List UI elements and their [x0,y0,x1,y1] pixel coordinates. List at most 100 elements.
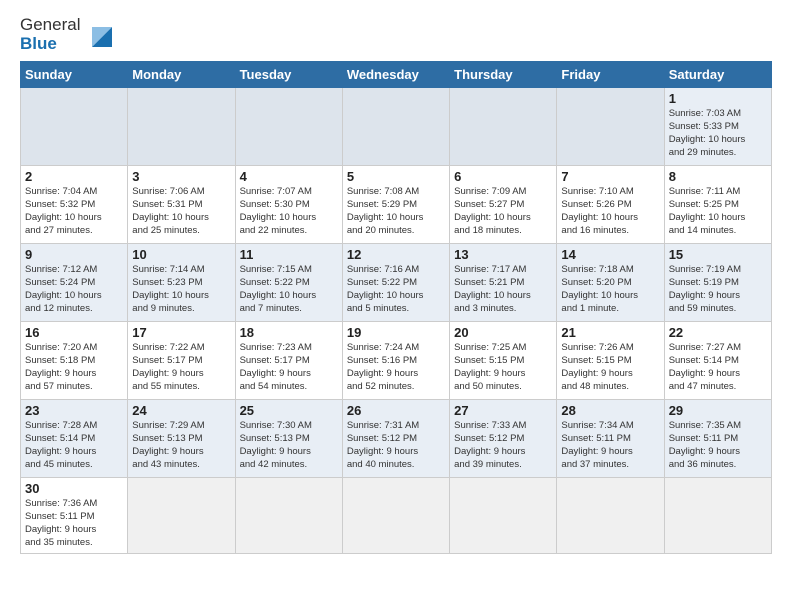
day-cell: 14 Sunrise: 7:18 AM Sunset: 5:20 PM Dayli… [557,244,664,322]
day-cell: 1 Sunrise: 7:03 AM Sunset: 5:33 PM Daylig… [664,88,771,166]
day-cell: 22 Sunrise: 7:27 AM Sunset: 5:14 PM Dayli… [664,322,771,400]
week-row-2: 2 Sunrise: 7:04 AM Sunset: 5:32 PM Daylig… [21,166,772,244]
day-number: 26 [347,403,445,418]
day-number: 7 [561,169,659,184]
day-info: Sunrise: 7:24 AM Sunset: 5:16 PM Dayligh… [347,342,445,393]
day-cell: 21 Sunrise: 7:26 AM Sunset: 5:15 PM Dayli… [557,322,664,400]
day-info: Sunrise: 7:03 AM Sunset: 5:33 PM Dayligh… [669,108,767,159]
weekday-header-friday: Friday [557,62,664,88]
day-cell [342,478,449,553]
day-cell: 24 Sunrise: 7:29 AM Sunset: 5:13 PM Dayli… [128,400,235,478]
day-cell: 8Sunrise: 7:11 AM Sunset: 5:25 PM Daylig… [664,166,771,244]
day-cell [235,88,342,166]
day-cell [557,478,664,553]
day-number: 22 [669,325,767,340]
day-info: Sunrise: 7:08 AM Sunset: 5:29 PM Dayligh… [347,186,445,237]
calendar-page: General Blue SundayMondayTuesdayWednesda… [0,0,792,564]
logo: General Blue [20,16,116,53]
day-cell [21,88,128,166]
day-number: 1 [669,91,767,106]
day-number: 13 [454,247,552,262]
day-cell: 9 Sunrise: 7:12 AM Sunset: 5:24 PM Daylig… [21,244,128,322]
day-info: Sunrise: 7:33 AM Sunset: 5:12 PM Dayligh… [454,420,552,471]
day-number: 11 [240,247,338,262]
day-info: Sunrise: 7:27 AM Sunset: 5:14 PM Dayligh… [669,342,767,393]
day-number: 23 [25,403,123,418]
day-info: Sunrise: 7:36 AM Sunset: 5:11 PM Dayligh… [25,498,123,549]
day-cell: 5 Sunrise: 7:08 AM Sunset: 5:29 PM Daylig… [342,166,449,244]
day-info: Sunrise: 7:20 AM Sunset: 5:18 PM Dayligh… [25,342,123,393]
day-number: 19 [347,325,445,340]
day-info: Sunrise: 7:25 AM Sunset: 5:15 PM Dayligh… [454,342,552,393]
day-info: Sunrise: 7:12 AM Sunset: 5:24 PM Dayligh… [25,264,123,315]
day-number: 5 [347,169,445,184]
day-cell: 26Sunrise: 7:31 AM Sunset: 5:12 PM Dayli… [342,400,449,478]
week-row-1: 1 Sunrise: 7:03 AM Sunset: 5:33 PM Daylig… [21,88,772,166]
day-number: 6 [454,169,552,184]
day-cell: 23 Sunrise: 7:28 AM Sunset: 5:14 PM Dayli… [21,400,128,478]
day-cell: 11Sunrise: 7:15 AM Sunset: 5:22 PM Dayli… [235,244,342,322]
day-number: 21 [561,325,659,340]
weekday-header-wednesday: Wednesday [342,62,449,88]
weekday-header-monday: Monday [128,62,235,88]
day-cell: 28Sunrise: 7:34 AM Sunset: 5:11 PM Dayli… [557,400,664,478]
day-info: Sunrise: 7:18 AM Sunset: 5:20 PM Dayligh… [561,264,659,315]
day-cell [664,478,771,553]
day-number: 25 [240,403,338,418]
day-cell: 6 Sunrise: 7:09 AM Sunset: 5:27 PM Daylig… [450,166,557,244]
logo-icon [84,19,116,51]
day-info: Sunrise: 7:34 AM Sunset: 5:11 PM Dayligh… [561,420,659,471]
day-number: 24 [132,403,230,418]
day-number: 27 [454,403,552,418]
week-row-3: 9 Sunrise: 7:12 AM Sunset: 5:24 PM Daylig… [21,244,772,322]
day-cell [342,88,449,166]
day-number: 10 [132,247,230,262]
day-info: Sunrise: 7:26 AM Sunset: 5:15 PM Dayligh… [561,342,659,393]
day-info: Sunrise: 7:14 AM Sunset: 5:23 PM Dayligh… [132,264,230,315]
week-row-4: 16 Sunrise: 7:20 AM Sunset: 5:18 PM Dayli… [21,322,772,400]
day-info: Sunrise: 7:35 AM Sunset: 5:11 PM Dayligh… [669,420,767,471]
logo-blue: Blue [20,34,57,53]
day-cell: 18Sunrise: 7:23 AM Sunset: 5:17 PM Dayli… [235,322,342,400]
weekday-header-sunday: Sunday [21,62,128,88]
day-cell: 7 Sunrise: 7:10 AM Sunset: 5:26 PM Daylig… [557,166,664,244]
day-cell: 4Sunrise: 7:07 AM Sunset: 5:30 PM Daylig… [235,166,342,244]
day-cell [128,478,235,553]
day-number: 9 [25,247,123,262]
day-cell: 13 Sunrise: 7:17 AM Sunset: 5:21 PM Dayli… [450,244,557,322]
day-cell: 29Sunrise: 7:35 AM Sunset: 5:11 PM Dayli… [664,400,771,478]
day-cell: 20 Sunrise: 7:25 AM Sunset: 5:15 PM Dayli… [450,322,557,400]
day-number: 3 [132,169,230,184]
day-info: Sunrise: 7:10 AM Sunset: 5:26 PM Dayligh… [561,186,659,237]
day-cell [128,88,235,166]
day-cell: 30 Sunrise: 7:36 AM Sunset: 5:11 PM Dayli… [21,478,128,553]
day-info: Sunrise: 7:07 AM Sunset: 5:30 PM Dayligh… [240,186,338,237]
day-number: 14 [561,247,659,262]
week-row-6: 30 Sunrise: 7:36 AM Sunset: 5:11 PM Dayli… [21,478,772,553]
day-info: Sunrise: 7:28 AM Sunset: 5:14 PM Dayligh… [25,420,123,471]
day-number: 2 [25,169,123,184]
day-number: 12 [347,247,445,262]
day-number: 17 [132,325,230,340]
day-info: Sunrise: 7:04 AM Sunset: 5:32 PM Dayligh… [25,186,123,237]
day-info: Sunrise: 7:30 AM Sunset: 5:13 PM Dayligh… [240,420,338,471]
day-cell: 16 Sunrise: 7:20 AM Sunset: 5:18 PM Dayli… [21,322,128,400]
day-info: Sunrise: 7:06 AM Sunset: 5:31 PM Dayligh… [132,186,230,237]
day-number: 15 [669,247,767,262]
weekday-header-saturday: Saturday [664,62,771,88]
day-cell: 15 Sunrise: 7:19 AM Sunset: 5:19 PM Dayli… [664,244,771,322]
day-cell [450,88,557,166]
day-info: Sunrise: 7:29 AM Sunset: 5:13 PM Dayligh… [132,420,230,471]
day-info: Sunrise: 7:17 AM Sunset: 5:21 PM Dayligh… [454,264,552,315]
day-info: Sunrise: 7:11 AM Sunset: 5:25 PM Dayligh… [669,186,767,237]
logo-general: General [20,15,80,34]
day-cell: 27 Sunrise: 7:33 AM Sunset: 5:12 PM Dayli… [450,400,557,478]
day-number: 18 [240,325,338,340]
day-number: 16 [25,325,123,340]
day-info: Sunrise: 7:19 AM Sunset: 5:19 PM Dayligh… [669,264,767,315]
day-cell [557,88,664,166]
day-info: Sunrise: 7:09 AM Sunset: 5:27 PM Dayligh… [454,186,552,237]
day-info: Sunrise: 7:22 AM Sunset: 5:17 PM Dayligh… [132,342,230,393]
day-number: 20 [454,325,552,340]
day-number: 30 [25,481,123,496]
